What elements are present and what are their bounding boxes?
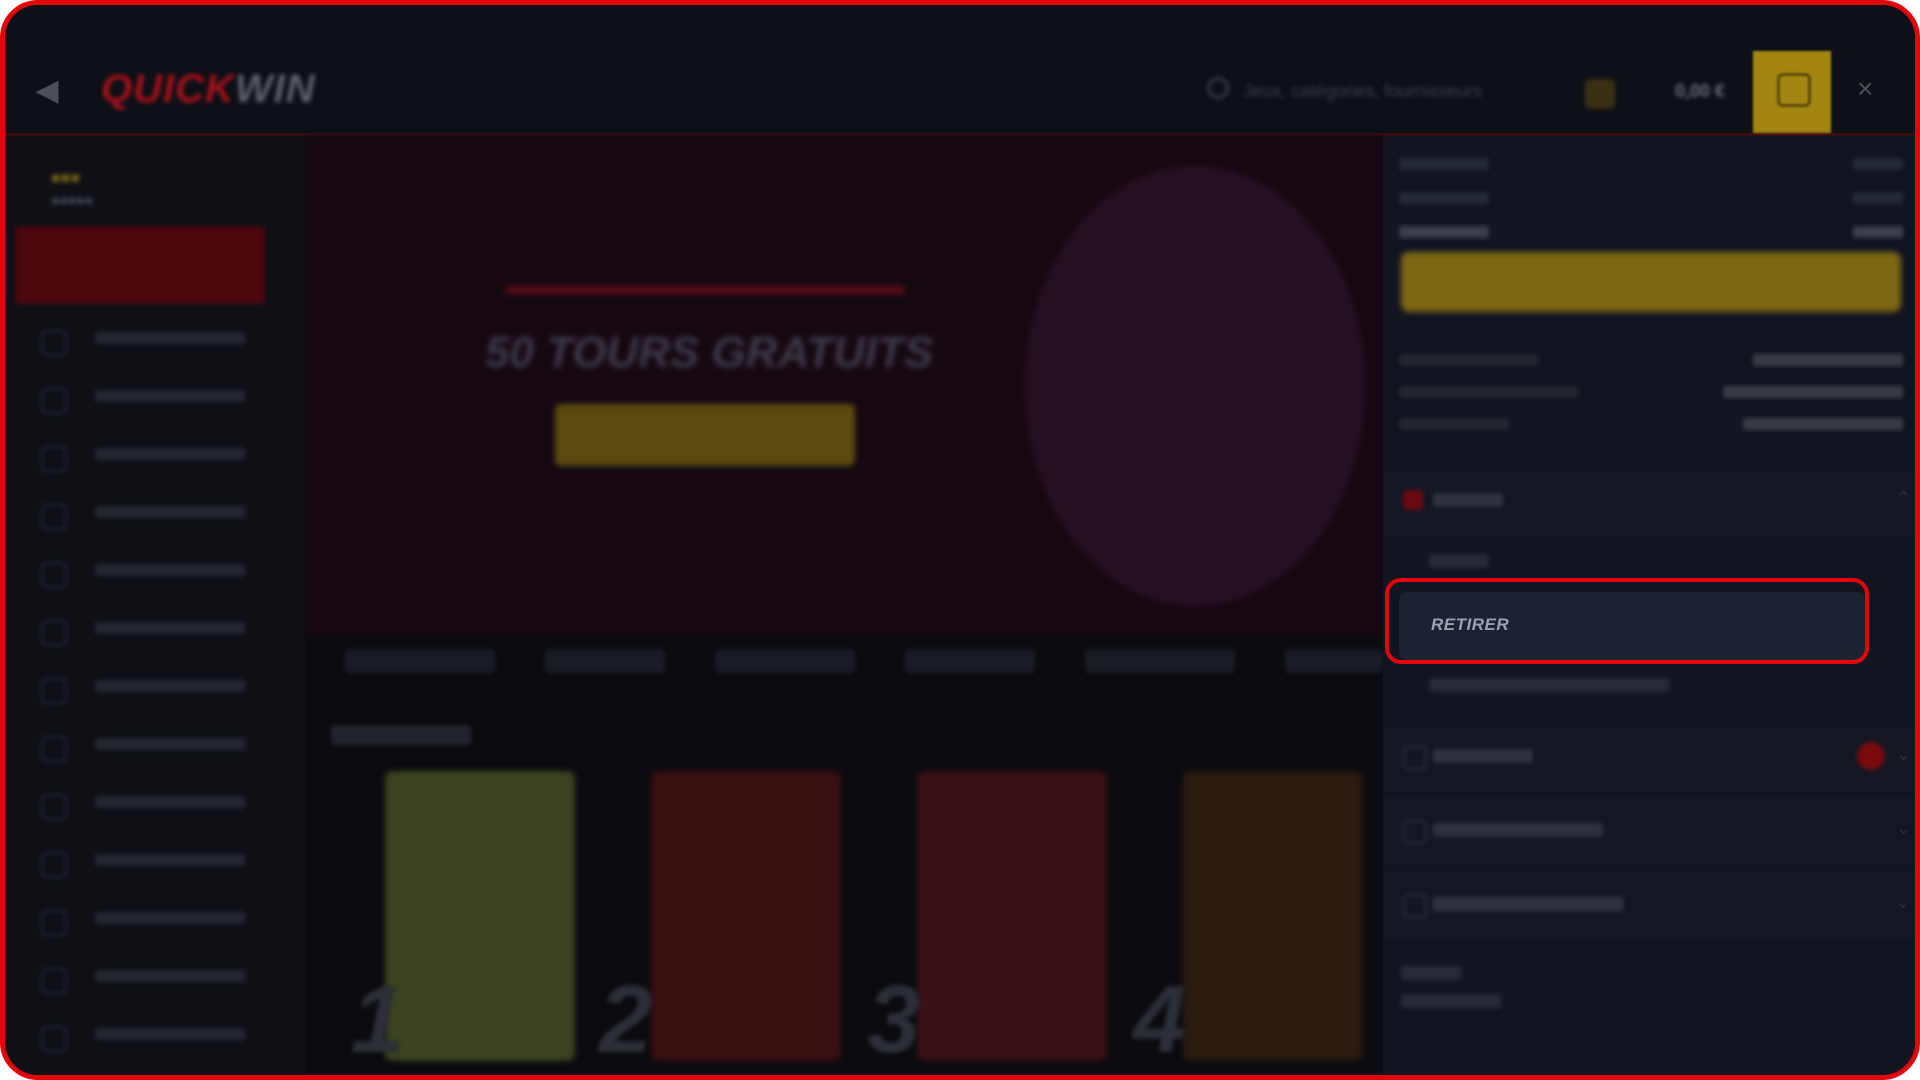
rank-number: 3 — [867, 966, 921, 1073]
close-icon[interactable]: × — [1857, 73, 1873, 105]
app-window: ◀ QUICKWIN Jeux, catégories, fournisseur… — [0, 0, 1920, 1080]
logo-part-quick: QUICK — [101, 67, 235, 111]
category-tab[interactable] — [1285, 649, 1383, 673]
gift-icon — [1403, 746, 1427, 770]
sidebar-item-icon — [41, 910, 67, 936]
left-sidebar: ■■■ ■■■■■ — [5, 136, 305, 1075]
category-tab[interactable] — [545, 649, 665, 673]
sidebar-item-icon — [41, 330, 67, 356]
sidebar-item[interactable] — [41, 732, 301, 762]
sidebar-item[interactable] — [41, 558, 301, 588]
sidebar-item-icon — [41, 562, 67, 588]
sidebar-item-icon — [41, 678, 67, 704]
sidebar-item[interactable] — [41, 616, 301, 646]
rank-number: 1 — [351, 966, 405, 1073]
sidebar-header[interactable]: ■■■ ■■■■■ — [51, 170, 93, 208]
rank-number: 2 — [599, 966, 653, 1073]
user-icon — [1403, 820, 1427, 844]
sidebar-item-icon — [41, 736, 67, 762]
back-arrow-icon[interactable]: ◀ — [29, 73, 65, 109]
logo-part-win: WIN — [234, 67, 316, 111]
history-icon — [1403, 894, 1427, 918]
rank-number: 4 — [1133, 966, 1187, 1073]
sidebar-item-icon — [41, 852, 67, 878]
gift-icon — [1777, 73, 1811, 107]
cashier-icon — [1403, 490, 1423, 510]
game-card[interactable] — [1183, 771, 1363, 1061]
deposit-menu-item[interactable] — [1429, 554, 1489, 568]
balance-row — [1399, 192, 1903, 208]
cashier-section-label — [1433, 493, 1503, 507]
chevron-down-icon: ⌄ — [1895, 818, 1911, 838]
footer-text — [1401, 966, 1461, 980]
game-card[interactable] — [651, 771, 841, 1061]
game-card[interactable] — [385, 771, 575, 1061]
cashier-section-header[interactable]: ⌃ — [1383, 466, 1915, 536]
payment-history-menu-item[interactable] — [1429, 678, 1669, 692]
game-card[interactable] — [917, 771, 1107, 1061]
bonus-section-header[interactable]: ⌄ — [1383, 722, 1915, 792]
info-row[interactable] — [1399, 386, 1903, 404]
category-tab[interactable] — [905, 649, 1035, 673]
sidebar-item[interactable] — [41, 326, 301, 356]
hero-banner[interactable]: 50 TOURS GRATUITS — [305, 136, 1383, 636]
sidebar-item-icon — [41, 388, 67, 414]
search-input[interactable]: Jeux, catégories, fournisseurs — [1197, 71, 1547, 111]
category-tab[interactable] — [345, 649, 495, 673]
site-logo[interactable]: QUICKWIN — [101, 67, 316, 112]
profile-button[interactable] — [1753, 51, 1831, 133]
sidebar-item[interactable] — [41, 384, 301, 414]
sidebar-item[interactable] — [41, 674, 301, 704]
sidebar-item[interactable] — [41, 1022, 301, 1052]
sidebar-item-icon — [41, 504, 67, 530]
chevron-down-icon: ⌄ — [1895, 744, 1911, 764]
sidebar-item[interactable] — [41, 848, 301, 878]
footer-text — [1401, 994, 1501, 1008]
chevron-down-icon: ⌄ — [1895, 892, 1911, 912]
sidebar-item-icon — [41, 1026, 67, 1052]
sidebar-item-icon — [41, 968, 67, 994]
sidebar-item[interactable] — [41, 500, 301, 530]
hero-background-art — [1025, 166, 1365, 606]
balance-row — [1399, 158, 1903, 174]
category-tab[interactable] — [715, 649, 855, 673]
sidebar-item[interactable] — [41, 790, 301, 820]
info-row[interactable] — [1399, 354, 1903, 372]
category-tab[interactable] — [1085, 649, 1235, 673]
section-title — [331, 725, 471, 745]
chevron-up-icon: ⌃ — [1895, 488, 1911, 508]
sidebar-item[interactable] — [41, 906, 301, 936]
hero-cta-button[interactable] — [555, 404, 855, 466]
deposit-button[interactable] — [1401, 252, 1901, 312]
sidebar-item[interactable] — [41, 442, 301, 472]
search-placeholder: Jeux, catégories, fournisseurs — [1243, 81, 1483, 101]
account-details-label — [1433, 823, 1603, 837]
sidebar-item-icon — [41, 620, 67, 646]
sidebar-item-icon — [41, 446, 67, 472]
category-tabs — [325, 641, 1383, 685]
sidebar-item[interactable] — [41, 964, 301, 994]
info-row[interactable] — [1399, 418, 1903, 436]
search-icon — [1207, 77, 1229, 99]
balance-display[interactable]: 0,00 € — [1675, 81, 1725, 102]
highlight-outline — [1385, 578, 1869, 664]
notification-icon[interactable] — [1585, 79, 1615, 109]
hero-tagline — [505, 286, 905, 294]
notification-badge — [1857, 742, 1885, 770]
hero-title: 50 TOURS GRATUITS — [485, 328, 934, 377]
sidebar-promo-banner[interactable] — [15, 226, 265, 304]
game-history-section-header[interactable]: ⌄ — [1383, 870, 1915, 940]
game-history-label — [1433, 897, 1623, 911]
account-details-section-header[interactable]: ⌄ — [1383, 796, 1915, 866]
bonus-section-label — [1433, 749, 1533, 763]
balance-row — [1399, 226, 1903, 242]
top-bar: ◀ QUICKWIN Jeux, catégories, fournisseur… — [5, 5, 1915, 136]
sidebar-item-icon — [41, 794, 67, 820]
